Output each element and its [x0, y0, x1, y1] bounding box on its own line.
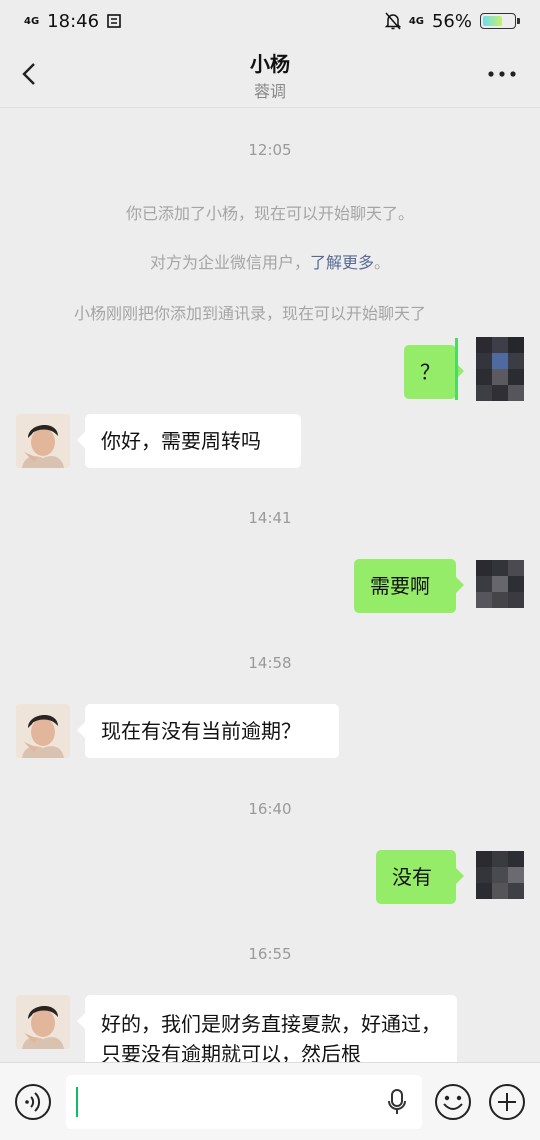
- message-bubble-outgoing[interactable]: 没有: [376, 850, 464, 904]
- my-avatar[interactable]: [476, 337, 524, 401]
- message-list[interactable]: 12:05 你已添加了小杨，现在可以开始聊天了。 对方为企业微信用户，了解更多。…: [0, 108, 540, 1062]
- mic-icon[interactable]: [386, 1088, 408, 1116]
- person-portrait-icon: [16, 704, 70, 758]
- my-avatar[interactable]: [476, 560, 524, 612]
- message-input[interactable]: [66, 1075, 422, 1129]
- screenshot-notification-icon: [107, 14, 121, 28]
- status-bar: 4G 18:46 4G 56%: [0, 0, 540, 42]
- my-avatar[interactable]: [476, 851, 524, 903]
- voice-icon[interactable]: [14, 1083, 52, 1121]
- chat-title: 小杨: [250, 52, 290, 76]
- plus-icon[interactable]: [488, 1083, 526, 1121]
- message-bubble-incoming[interactable]: 你好，需要周转吗: [77, 414, 301, 468]
- system-message: 你已添加了小杨，现在可以开始聊天了。: [125, 204, 414, 223]
- message-text: 现在有没有当前逾期？: [101, 719, 301, 743]
- message-text: 需要啊: [370, 574, 430, 598]
- battery-icon: [480, 13, 520, 29]
- system-message: 小杨刚刚把你添加到通讯录，现在可以开始聊天了: [73, 304, 426, 323]
- message-bubble-incoming[interactable]: 好的，我们是财务直接夏款，好通过，只要没有逾期就可以，然后根: [77, 995, 457, 1062]
- message-text: ？: [420, 360, 440, 384]
- contact-avatar[interactable]: [16, 704, 70, 758]
- message-bubble-outgoing[interactable]: 需要啊: [354, 559, 464, 613]
- learn-more-link[interactable]: 了解更多: [310, 253, 374, 272]
- timestamp: 16:40: [248, 800, 292, 818]
- person-portrait-icon: [16, 995, 70, 1049]
- message-bubble-outgoing[interactable]: ？: [404, 345, 464, 399]
- network-4g-icon: 4G: [408, 15, 424, 27]
- timestamp: 14:41: [248, 509, 292, 527]
- timestamp: 16:55: [248, 945, 292, 963]
- signal-icon: 4G: [24, 15, 40, 27]
- bubble-edge: [455, 338, 458, 400]
- emoji-icon[interactable]: [434, 1083, 472, 1121]
- message-text: 没有: [392, 865, 432, 889]
- status-time: 18:46: [47, 10, 100, 32]
- contact-avatar[interactable]: [16, 414, 70, 468]
- timestamp: 12:05: [248, 141, 292, 159]
- chat-header: 小杨 蓉调: [0, 42, 540, 108]
- system-message-text: 对方为企业微信用户，: [149, 253, 310, 272]
- bell-muted-icon: [384, 12, 401, 30]
- text-caret: [76, 1087, 78, 1117]
- message-text: 你好，需要周转吗: [101, 429, 261, 453]
- person-portrait-icon: [16, 414, 70, 468]
- system-message: 对方为企业微信用户，了解更多。: [0, 249, 540, 273]
- input-bar: [0, 1062, 540, 1140]
- chat-subtitle: 蓉调: [253, 82, 286, 101]
- message-text: 好的，我们是财务直接夏款，好通过，只要没有逾期就可以，然后根: [101, 1012, 441, 1062]
- system-message-end: 。: [374, 253, 391, 272]
- more-dots-icon[interactable]: [486, 62, 518, 86]
- contact-avatar[interactable]: [16, 995, 70, 1049]
- timestamp: 14:58: [248, 654, 292, 672]
- message-bubble-incoming[interactable]: 现在有没有当前逾期？: [77, 704, 339, 758]
- battery-percent: 56%: [431, 10, 472, 32]
